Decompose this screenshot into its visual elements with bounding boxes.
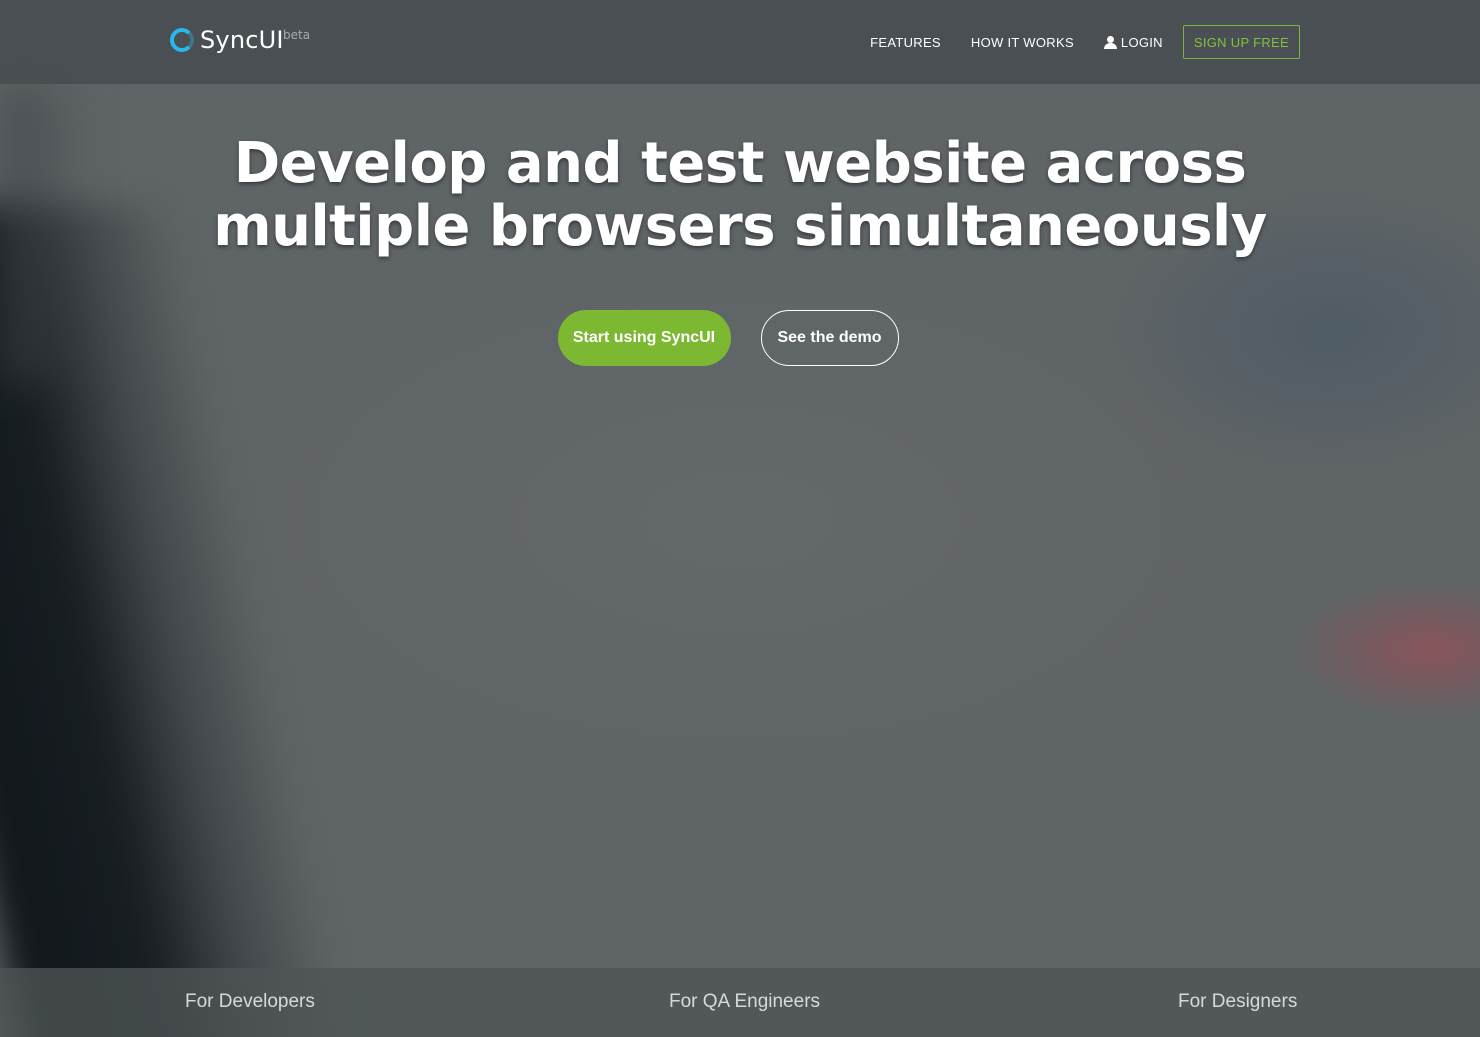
landing-page: SyncUI beta FEATURES HOW IT WORKS LOGIN … [0,0,1480,1037]
nav-how-it-works-label: HOW IT WORKS [970,34,1074,50]
see-demo-button[interactable]: See the demo [760,310,899,366]
audience-tabs: For Developers For QA Engineers For Desi… [0,968,1480,1037]
tab-for-qa-engineers[interactable]: For QA Engineers [669,991,820,1013]
main-nav: FEATURES HOW IT WORKS LOGIN SIGN UP FREE [870,25,1300,59]
hero-title-line-1: Develop and test website across [233,131,1247,196]
brand-name: SyncUI [200,26,284,54]
hero-title: Develop and test website across multiple… [140,132,1340,258]
beta-badge: beta [283,28,311,42]
tab-for-designers[interactable]: For Designers [1178,991,1297,1013]
nav-login-label: LOGIN [1120,34,1163,50]
top-navbar: SyncUI beta FEATURES HOW IT WORKS LOGIN … [0,0,1480,84]
brand-logo[interactable]: SyncUI beta [170,26,310,54]
nav-how-it-works[interactable]: HOW IT WORKS [971,35,1074,50]
nav-features-label: FEATURES [870,34,941,50]
hero-title-line-2: multiple browsers simultaneously [213,194,1267,259]
start-using-button[interactable]: Start using SyncUI [557,310,731,366]
nav-login[interactable]: LOGIN [1103,34,1163,50]
sign-up-button[interactable]: SIGN UP FREE [1182,25,1300,59]
tab-for-developers[interactable]: For Developers [185,991,315,1013]
ring-logo-icon [170,28,194,52]
hero-cta-group: Start using SyncUI See the demo [0,310,1480,366]
nav-features[interactable]: FEATURES [870,35,941,50]
user-icon [1103,35,1117,49]
